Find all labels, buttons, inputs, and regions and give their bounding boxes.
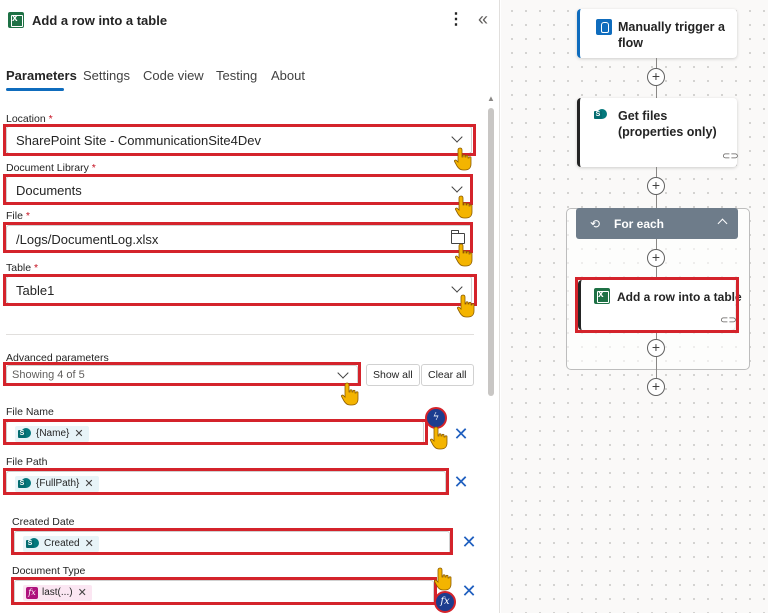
created-date-input[interactable]: Created✕: [14, 531, 450, 555]
remove-token-icon[interactable]: ✕: [78, 585, 87, 601]
clear-all-button[interactable]: Clear all: [421, 364, 474, 386]
advanced-parameters-label: Advanced parameters: [6, 352, 109, 364]
clear-field-icon[interactable]: ✕: [453, 473, 469, 491]
table-label: Table *: [6, 262, 39, 274]
advanced-parameters-dropdown[interactable]: Showing 4 of 5: [6, 365, 358, 385]
foreach-header[interactable]: ⟲ For each: [576, 208, 738, 239]
clear-field-icon[interactable]: ✕: [461, 582, 477, 600]
fx-icon: fx: [26, 587, 38, 599]
trigger-card-title: Manually trigger a flow: [618, 20, 725, 50]
advanced-parameters-value: Showing 4 of 5: [12, 369, 85, 381]
tab-parameters[interactable]: Parameters: [6, 68, 77, 83]
foreach-title: For each: [614, 217, 665, 231]
pointing-hand-icon: [339, 381, 361, 407]
tab-testing[interactable]: Testing: [216, 68, 257, 83]
pointing-hand-icon: [428, 425, 450, 451]
file-path-label: File Path: [6, 456, 48, 468]
connector-line: [656, 370, 657, 378]
document-library-value: Documents: [16, 183, 82, 198]
panel-title: Add a row into a table: [32, 13, 168, 28]
document-library-label: Document Library *: [6, 162, 96, 174]
expression-badge-icon[interactable]: fx: [434, 591, 456, 613]
panel-header: Add a row into a table ⋮ «: [0, 0, 499, 44]
active-tab-indicator: [6, 88, 64, 91]
get-files-card[interactable]: Get files (properties only) ⊂⊃: [577, 98, 739, 167]
loop-icon: ⟲: [590, 217, 601, 231]
remove-token-icon[interactable]: ✕: [85, 536, 94, 552]
document-type-label: Document Type: [12, 565, 86, 577]
section-divider: [6, 334, 474, 335]
pointing-hand-icon: [452, 146, 474, 172]
chevron-up-icon[interactable]: [718, 217, 728, 227]
file-value: /Logs/DocumentLog.xlsx: [16, 232, 159, 247]
file-picker[interactable]: /Logs/DocumentLog.xlsx: [6, 225, 472, 253]
scroll-up-arrow-icon[interactable]: ▲: [487, 95, 495, 103]
location-label: Location *: [6, 113, 53, 125]
add-step-button[interactable]: +: [647, 177, 665, 195]
table-value: Table1: [16, 283, 55, 298]
add-step-button[interactable]: +: [647, 249, 665, 267]
add-row-card-title: Add a row into a table: [617, 290, 742, 304]
expression-token[interactable]: fx last(...) ✕: [23, 585, 92, 601]
manual-trigger-icon: [596, 19, 612, 35]
clear-field-icon[interactable]: ✕: [453, 425, 469, 443]
remove-token-icon[interactable]: ✕: [84, 476, 93, 492]
link-icon: ⊂⊃: [720, 315, 737, 326]
link-icon: ⊂⊃: [722, 151, 739, 162]
file-name-label: File Name: [6, 406, 54, 418]
tab-about[interactable]: About: [271, 68, 305, 83]
scrollbar-thumb[interactable]: [488, 108, 494, 396]
file-label: File *: [6, 210, 30, 222]
excel-icon: [8, 12, 24, 28]
name-token[interactable]: {Name}✕: [15, 426, 89, 442]
more-options-icon[interactable]: ⋮: [448, 10, 464, 30]
action-details-panel: Add a row into a table ⋮ « Parameters Se…: [0, 0, 500, 613]
trigger-card[interactable]: Manually trigger a flow: [577, 9, 737, 58]
pointing-hand-icon: [455, 293, 477, 319]
file-path-input[interactable]: {FullPath}✕: [6, 471, 446, 495]
chevron-down-icon: [337, 368, 349, 380]
add-step-button[interactable]: +: [647, 339, 665, 357]
add-row-card[interactable]: Add a row into a table ⊂⊃: [578, 280, 742, 330]
add-step-button[interactable]: +: [647, 68, 665, 86]
clear-field-icon[interactable]: ✕: [461, 533, 477, 551]
file-name-input[interactable]: {Name}✕: [6, 421, 424, 445]
fullpath-token[interactable]: {FullPath}✕: [15, 476, 99, 492]
document-type-input[interactable]: fx last(...) ✕: [14, 580, 434, 604]
remove-token-icon[interactable]: ✕: [74, 426, 83, 442]
add-step-button[interactable]: +: [647, 378, 665, 396]
sharepoint-icon: [18, 428, 32, 440]
collapse-panel-icon[interactable]: «: [474, 8, 492, 30]
location-value: SharePoint Site - CommunicationSite4Dev: [16, 133, 261, 148]
get-files-card-title: Get files (properties only): [618, 109, 717, 139]
table-dropdown[interactable]: Table1: [6, 276, 472, 304]
tab-settings[interactable]: Settings: [83, 68, 130, 83]
created-date-label: Created Date: [12, 516, 75, 528]
sharepoint-icon: [26, 538, 40, 550]
show-all-button[interactable]: Show all: [366, 364, 420, 386]
pointing-hand-icon: [453, 242, 475, 268]
location-dropdown[interactable]: SharePoint Site - CommunicationSite4Dev: [6, 126, 472, 154]
excel-icon: [594, 288, 610, 304]
chevron-down-icon: [451, 182, 463, 194]
sharepoint-icon: [18, 478, 32, 490]
pointing-hand-icon: [453, 194, 475, 220]
tab-code-view[interactable]: Code view: [143, 68, 204, 83]
sharepoint-icon: [594, 109, 608, 121]
document-library-dropdown[interactable]: Documents: [6, 176, 472, 204]
tab-bar: Parameters Settings Code view Testing Ab…: [0, 64, 499, 94]
chevron-down-icon: [451, 132, 463, 144]
pointing-hand-icon: [432, 566, 454, 592]
created-token[interactable]: Created✕: [23, 536, 99, 552]
